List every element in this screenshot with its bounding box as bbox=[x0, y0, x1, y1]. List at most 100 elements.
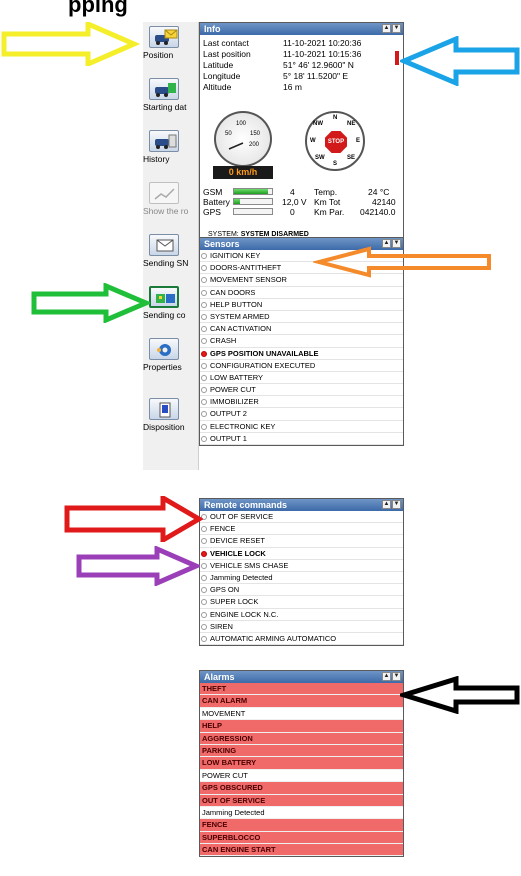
tool-disposition-button[interactable]: Disposition bbox=[143, 398, 199, 432]
alarms-item[interactable]: GPS OBSCURED bbox=[200, 782, 403, 795]
route-chart-icon bbox=[149, 182, 179, 204]
radio-off-icon[interactable] bbox=[201, 635, 207, 642]
temp-label: Temp. bbox=[314, 187, 338, 197]
scroll-up-icon[interactable]: ▲ bbox=[382, 24, 391, 33]
alarms-item[interactable]: OUT OF SERVICE bbox=[200, 794, 403, 807]
radio-off-icon[interactable] bbox=[201, 301, 207, 308]
radio-off-icon[interactable] bbox=[201, 599, 207, 606]
sensors-item[interactable]: IMMOBILIZER bbox=[200, 396, 403, 409]
panel-title: Sensors bbox=[204, 239, 240, 249]
radio-off-icon[interactable] bbox=[201, 423, 207, 430]
panel-title: Remote commands bbox=[204, 500, 288, 510]
sensors-item[interactable]: HELP BUTTON bbox=[200, 299, 403, 311]
radio-off-icon[interactable] bbox=[201, 374, 207, 381]
radio-off-icon[interactable] bbox=[201, 562, 207, 569]
alarms-item[interactable]: THEFT bbox=[200, 683, 403, 696]
radio-off-icon[interactable] bbox=[201, 265, 207, 272]
remote-commands-item[interactable]: AUTOMATIC ARMING AUTOMATICO bbox=[200, 633, 403, 646]
radio-off-icon[interactable] bbox=[201, 313, 207, 320]
scroll-up-icon[interactable]: ▲ bbox=[382, 500, 391, 509]
tool-label: Position bbox=[143, 50, 174, 60]
remote-commands-item[interactable]: FENCE bbox=[200, 523, 403, 536]
alarms-item[interactable]: MOVEMENT bbox=[200, 708, 403, 721]
remote-commands-item[interactable]: ENGINE LOCK N.C. bbox=[200, 609, 403, 621]
remote-commands-item[interactable]: SUPER LOCK bbox=[200, 596, 403, 609]
radio-off-icon[interactable] bbox=[201, 411, 207, 418]
radio-off-icon[interactable] bbox=[201, 253, 207, 259]
item-label: SYSTEM ARMED bbox=[210, 311, 270, 321]
sensors-item[interactable]: CRASH bbox=[200, 335, 403, 348]
alarms-item[interactable]: PARKING bbox=[200, 744, 403, 758]
item-label: OUT OF SERVICE bbox=[210, 512, 274, 521]
alarms-item[interactable]: LOW BATTERY bbox=[200, 757, 403, 770]
remote-commands-item[interactable]: VEHICLE SMS CHASE bbox=[200, 560, 403, 572]
alarms-item[interactable]: Jamming Detected bbox=[200, 807, 403, 820]
tool-sending-commands-button[interactable]: Sending co bbox=[143, 286, 199, 320]
send-command-icon bbox=[149, 286, 179, 308]
radio-off-icon[interactable] bbox=[201, 435, 207, 442]
km-tot-label: Km Tot bbox=[314, 197, 341, 207]
remote-commands-item[interactable]: SIREN bbox=[200, 621, 403, 633]
remote-commands-item[interactable]: DEVICE RESET bbox=[200, 535, 403, 548]
remote-commands-panel: Remote commands ▲ ▼ OUT OF SERVICE FENCE D… bbox=[199, 498, 404, 647]
radio-off-icon[interactable] bbox=[201, 277, 207, 284]
radio-off-icon[interactable] bbox=[201, 289, 207, 296]
item-label: VEHICLE SMS CHASE bbox=[210, 560, 289, 570]
radio-off-icon[interactable] bbox=[201, 611, 207, 618]
sensors-item[interactable]: OUTPUT 1 bbox=[200, 433, 403, 445]
sensors-item[interactable]: GPS POSITION UNAVAILABLE bbox=[200, 348, 403, 360]
alarms-item[interactable]: HELP bbox=[200, 720, 403, 733]
sensors-item[interactable]: LOW BATTERY bbox=[200, 372, 403, 385]
battery-value: 12,0 V bbox=[282, 197, 307, 207]
scroll-down-icon[interactable]: ▼ bbox=[392, 24, 401, 33]
info-panel: Info ▲ ▼ Last contact 11-10-2021 10:20:36… bbox=[199, 22, 404, 250]
item-label: FENCE bbox=[202, 820, 228, 830]
yellow-arrow-annotation bbox=[1, 22, 140, 66]
green-arrow-annotation bbox=[31, 283, 150, 323]
sensors-item[interactable]: POWER CUT bbox=[200, 384, 403, 397]
remote-commands-item[interactable]: GPS ON bbox=[200, 584, 403, 597]
tool-history-button[interactable]: History bbox=[143, 130, 199, 164]
sensors-item[interactable]: CAN ACTIVATION bbox=[200, 323, 403, 336]
disposition-icon bbox=[149, 398, 179, 420]
sensors-item[interactable]: ELECTRONIC KEY bbox=[200, 421, 403, 433]
radio-off-icon[interactable] bbox=[201, 387, 207, 394]
item-label: CAN ACTIVATION bbox=[210, 324, 272, 334]
radio-on-icon[interactable] bbox=[201, 350, 207, 357]
remote-commands-item[interactable]: OUT OF SERVICE bbox=[200, 511, 403, 524]
item-label: ENGINE LOCK N.C. bbox=[210, 609, 279, 619]
sensors-item[interactable]: SYSTEM ARMED bbox=[200, 311, 403, 324]
tool-properties-button[interactable]: Properties bbox=[143, 338, 199, 372]
item-label: CRASH bbox=[210, 336, 237, 346]
radio-off-icon[interactable] bbox=[201, 587, 207, 594]
radio-off-icon[interactable] bbox=[201, 623, 207, 630]
radio-off-icon[interactable] bbox=[201, 362, 207, 369]
battery-label: Battery bbox=[203, 197, 230, 207]
tool-starting-data-button[interactable]: Starting dat bbox=[143, 78, 199, 112]
alarms-item[interactable]: FENCE bbox=[200, 819, 403, 832]
tool-show-route-button[interactable]: Show the ro bbox=[143, 182, 199, 216]
envelope-car-icon bbox=[149, 26, 179, 48]
sensors-item[interactable]: OUTPUT 2 bbox=[200, 408, 403, 421]
remote-commands-item[interactable]: VEHICLE LOCK bbox=[200, 548, 403, 560]
radio-off-icon[interactable] bbox=[201, 574, 207, 581]
alarms-item[interactable]: CAN ENGINE START bbox=[200, 844, 403, 857]
radio-off-icon[interactable] bbox=[201, 399, 207, 406]
alarms-item[interactable]: POWER CUT bbox=[200, 770, 403, 783]
sensors-item[interactable]: CAN DOORS bbox=[200, 287, 403, 299]
sensors-item[interactable]: CONFIGURATION EXECUTED bbox=[200, 360, 403, 372]
tool-sending-sms-button[interactable]: Sending SN bbox=[143, 234, 199, 268]
tool-position-button[interactable]: Position bbox=[143, 26, 199, 60]
item-label: ELECTRONIC KEY bbox=[210, 421, 276, 431]
radio-on-icon[interactable] bbox=[201, 550, 207, 557]
radio-off-icon[interactable] bbox=[201, 338, 207, 345]
radio-off-icon[interactable] bbox=[201, 326, 207, 333]
scroll-up-icon[interactable]: ▲ bbox=[382, 672, 391, 681]
remote-commands-item[interactable]: Jamming Detected bbox=[200, 572, 403, 585]
purple-arrow-annotation bbox=[76, 546, 200, 586]
sensors-list: IGNITION KEY DOORS-ANTITHEFT MOVEMENT SENS… bbox=[200, 250, 403, 445]
alarms-item[interactable]: SUPERBLOCCO bbox=[200, 831, 403, 845]
alarms-item[interactable]: AGGRESSION bbox=[200, 732, 403, 745]
alarms-item[interactable]: CAN ALARM bbox=[200, 695, 403, 708]
scroll-down-icon[interactable]: ▼ bbox=[392, 500, 401, 509]
